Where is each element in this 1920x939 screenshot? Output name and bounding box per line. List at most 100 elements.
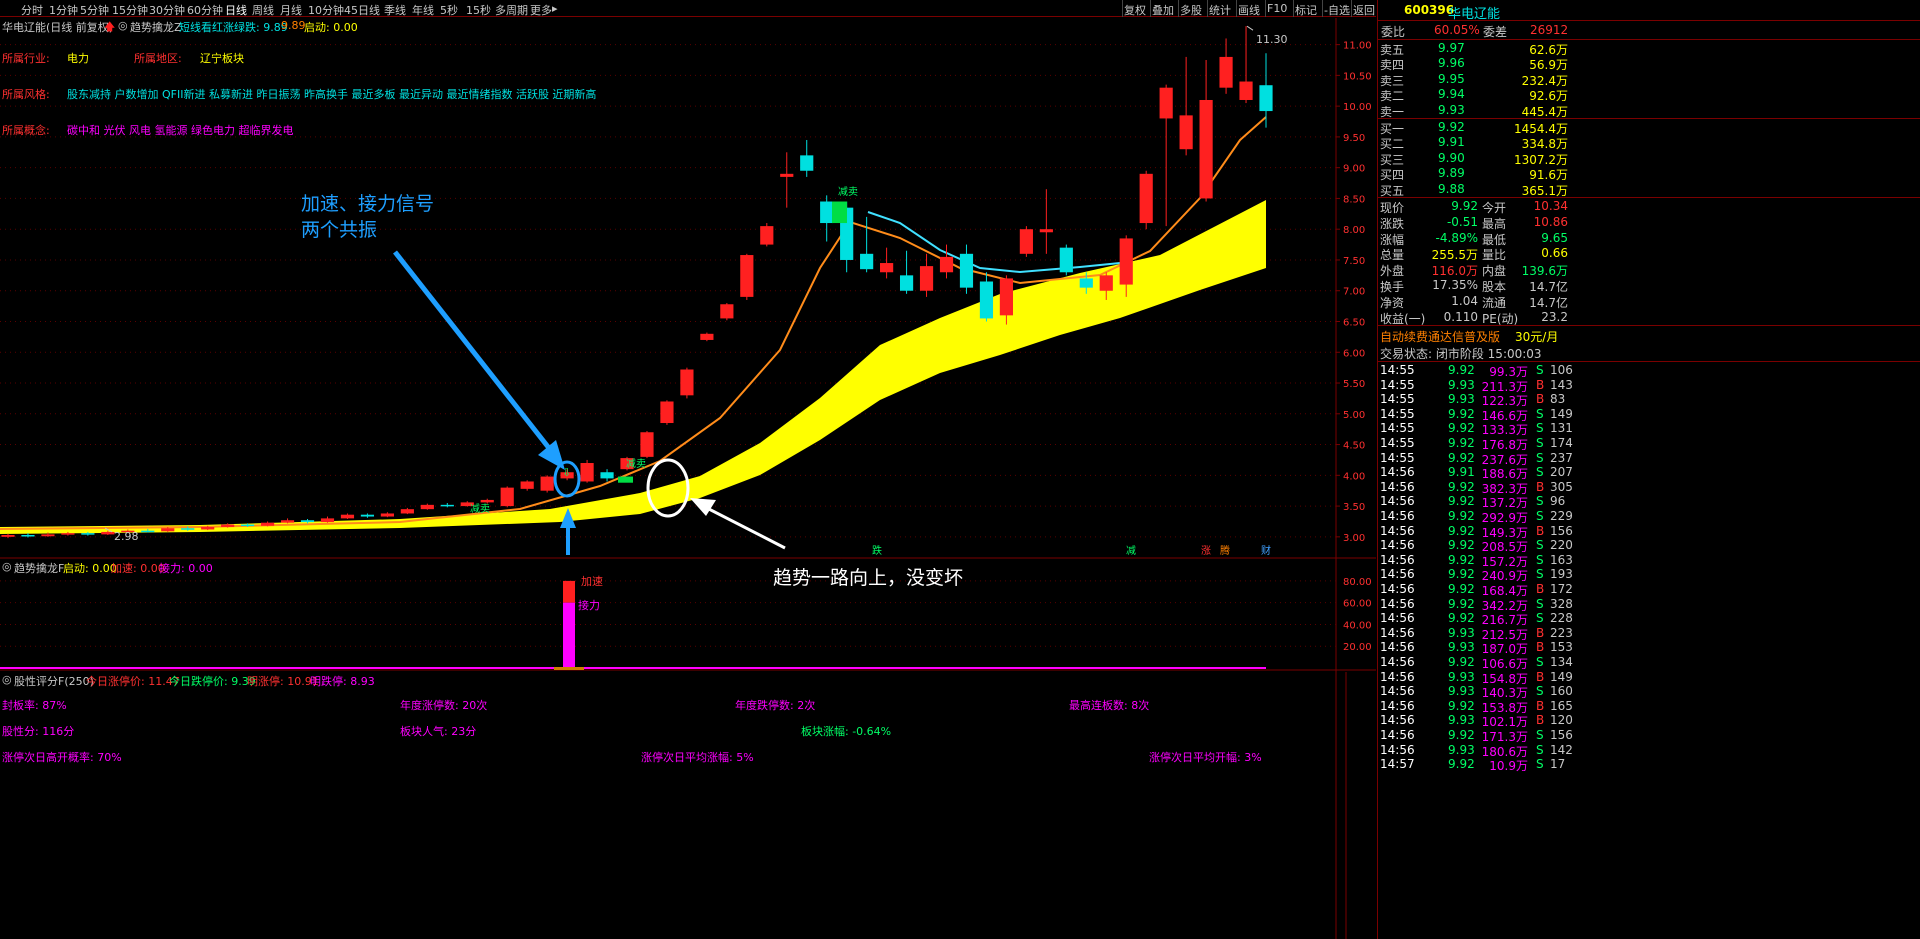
score-collapse-icon[interactable]: ◎ <box>2 673 12 686</box>
stock-title: 华电辽能(日线 前复权) <box>2 21 114 34</box>
sub-indicator-name[interactable]: 趋势擒龙F <box>14 560 64 576</box>
tick-price: 9.92 <box>1448 596 1475 611</box>
candle-body <box>860 253 874 270</box>
tick-side: S <box>1536 684 1544 699</box>
tick-side: B <box>1536 669 1545 684</box>
score-title[interactable]: 股性评分F(250) <box>14 673 94 689</box>
trend-band <box>0 200 1266 534</box>
candle-body <box>800 155 814 171</box>
tick-count: 17 <box>1550 757 1566 772</box>
candle-body <box>380 513 394 517</box>
tick-volume: 10.9万 <box>1489 759 1528 774</box>
candle-body <box>500 487 514 507</box>
tick-price: 9.92 <box>1448 363 1475 377</box>
stock-code: 600396 <box>1404 3 1455 17</box>
tick-count: 223 <box>1550 625 1573 640</box>
candle-body <box>720 304 734 319</box>
tick-side: B <box>1536 625 1545 640</box>
tick-price: 9.92 <box>1448 450 1475 465</box>
candle-body <box>1079 278 1093 288</box>
trade-status-row: 交易状态: 闭市阶段 15:00:03 <box>1378 344 1920 362</box>
tick-price: 9.92 <box>1448 406 1475 421</box>
concept-value: 碳中和 光伏 风电 氢能源 绿色电力 超临界发电 <box>67 124 294 137</box>
candle-body-green <box>832 201 847 224</box>
candle-body <box>420 504 434 510</box>
price-tick-label: 7.50 <box>1343 256 1365 267</box>
tick-side: S <box>1536 596 1544 611</box>
tick-side: S <box>1536 655 1544 669</box>
stat-value-2: 9.65 <box>1541 230 1568 245</box>
tick-time: 14:56 <box>1380 669 1415 684</box>
candle-body <box>41 534 55 537</box>
ask-label: 卖一 <box>1380 104 1405 119</box>
score-sector-pop: 板块人气: 23分 <box>400 725 477 738</box>
candle-body <box>21 535 35 537</box>
style-value: 股东减持 户数增加 QFII新进 私募新进 昨日振荡 昨高换手 最近多板 最近异… <box>67 88 597 101</box>
high-price-label: 11.30 <box>1256 33 1288 46</box>
tick-count: 149 <box>1550 406 1573 421</box>
candle-body <box>181 528 195 530</box>
tick-price: 9.92 <box>1448 582 1475 596</box>
stat-value-2: 23.2 <box>1541 309 1568 324</box>
candle-body-green <box>618 476 633 483</box>
tick-count: 305 <box>1550 479 1573 494</box>
kline-chart: 11.00 10.50 10.00 9.50 9.00 8.50 8.00 7.50 7.00 6… <box>0 18 1376 939</box>
tick-time: 14:56 <box>1380 611 1415 626</box>
up-arrow-icon: 🡅 <box>104 20 116 33</box>
price-tick-label: 9.00 <box>1343 164 1365 175</box>
score-m-up: 明涨停: 10.91 <box>247 675 319 688</box>
tick-price: 9.93 <box>1448 377 1475 392</box>
tick-count: 131 <box>1550 421 1573 436</box>
tick-time: 14:56 <box>1380 698 1415 713</box>
tick-count: 120 <box>1550 713 1573 728</box>
ad-price[interactable]: 30元/月 <box>1515 328 1558 345</box>
tick-side: S <box>1536 509 1544 523</box>
signal-mark-3: 跌 <box>872 544 882 557</box>
candle-body <box>540 476 554 491</box>
candle-body <box>480 499 494 503</box>
accel-bar-label: 加速 <box>581 575 603 588</box>
indicator-collapse-icon[interactable]: ◎ <box>118 19 128 32</box>
sub-collapse-icon[interactable]: ◎ <box>2 560 12 573</box>
ad-row[interactable]: 自动续费通达信普及版 30元/月 <box>1378 327 1920 345</box>
tick-side: S <box>1536 567 1544 582</box>
tick-side: S <box>1536 421 1544 436</box>
candle-body <box>400 509 414 514</box>
score-sector-change: 板块涨幅: -0.64% <box>801 725 892 738</box>
stat-value: 9.92 <box>1451 199 1478 213</box>
signal-down-icon: ⇩ <box>562 466 571 479</box>
indicator-name[interactable]: 趋势擒龙Z <box>130 19 182 35</box>
tick-count: 143 <box>1550 377 1573 392</box>
tick-count: 149 <box>1550 669 1573 684</box>
stat-value: 1.04 <box>1451 293 1478 308</box>
tick-count: 229 <box>1550 509 1573 523</box>
tick-time: 14:55 <box>1380 377 1415 392</box>
score-seal-rate: 封板率: 87% <box>2 699 67 712</box>
candle-body <box>600 472 614 479</box>
candle-body <box>880 263 894 273</box>
tick-count: 163 <box>1550 552 1573 567</box>
price-tick-label: 7.00 <box>1343 287 1365 298</box>
ask-row: 卖一 9.93 445.4万 <box>1378 102 1920 120</box>
tick-price: 9.92 <box>1448 698 1475 713</box>
stat-value: -0.51 <box>1446 214 1478 229</box>
price-tick-label: 4.00 <box>1343 471 1365 482</box>
tick-time: 14:56 <box>1380 509 1415 523</box>
candle-body <box>1179 115 1193 150</box>
tick-side: B <box>1536 582 1545 596</box>
candle-body <box>440 504 454 507</box>
tick-price: 9.93 <box>1448 713 1475 728</box>
quote-panel: 600396 华电辽能 委比 60.05% 委差 26912 自动续费通达信普及… <box>1377 0 1920 939</box>
ad-text[interactable]: 自动续费通达信普及版 <box>1380 328 1500 345</box>
score-next-avg-gain: 涨停次日平均涨幅: 5% <box>641 751 754 764</box>
candle-body <box>700 333 714 340</box>
candle-body <box>680 369 694 396</box>
sub-tick-label: 20.00 <box>1343 642 1372 653</box>
tick-side: S <box>1536 363 1544 377</box>
sub-tick-label: 40.00 <box>1343 620 1372 631</box>
score-limit-down: 今日跌停价: 9.39 <box>169 675 256 688</box>
tick-time: 14:56 <box>1380 640 1415 655</box>
tick-side: S <box>1536 611 1544 626</box>
tick-side: S <box>1536 465 1544 480</box>
tick-price: 9.92 <box>1448 523 1475 538</box>
